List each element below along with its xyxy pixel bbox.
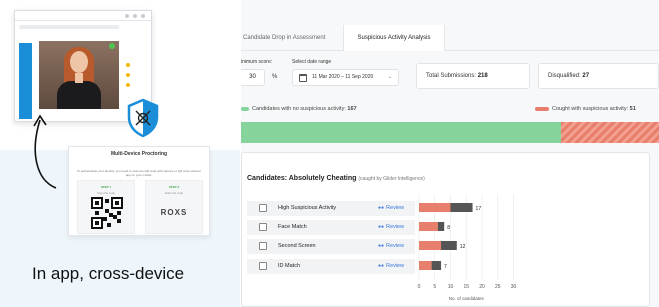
step2-panel: STEP 2 Enter the code ROXS [145,180,203,234]
bar-segment-secondary [437,222,445,231]
disqualified-label: Disqualified: [548,73,581,79]
bar-segment-primary [419,222,438,231]
step1-sub: Scan the code [97,191,115,195]
x-tick-label: 5 [433,284,436,290]
people-icon: ●● [378,205,385,211]
chevron-down-icon: ⌄ [387,74,392,80]
total-submissions-label: Total Submissions: [426,73,477,79]
bar-segment-secondary [431,261,442,270]
legend-caught-value: 51 [629,106,636,112]
calendar-icon [299,74,307,82]
bar-total-label: 12 [460,244,466,250]
bar-segment-primary [419,261,432,270]
bar-total-label: 17 [476,206,482,212]
row-checkbox[interactable] [259,223,267,231]
row-label: High Suspicious Activity [278,205,337,211]
total-submissions-box: Total Submissions: 218 [416,63,530,89]
window-sidebar [19,43,32,119]
dashboard: Candidate Drop in Assessment Suspicious … [241,0,659,307]
tab-candidate-drop[interactable]: Candidate Drop in Assessment [241,25,339,51]
bar-segment-secondary [441,241,457,250]
bar-total-label: 8 [447,225,450,231]
date-range-select[interactable]: 11 Mar 2020 – 11 Sep 2020 ⌄ [292,69,399,86]
min-score-unit: % [272,74,278,80]
webcam-photo [39,41,119,109]
tab-suspicious-activity[interactable]: Suspicious Activity Analysis [343,25,445,51]
row-label: ID Match [278,263,301,269]
legend-clean-value: 167 [347,106,357,112]
cheating-title-text: Candidates: Absolutely Cheating [247,175,357,182]
window-dot-icon [125,14,129,18]
disqualified-value: 27 [582,73,590,79]
x-tick-label: 30 [511,284,517,290]
verification-code: ROXS [160,208,188,217]
camera-live-icon [109,43,115,49]
min-score-label: inimum score: [241,59,273,65]
qr-code-icon [91,197,123,229]
bar-total-label: 7 [444,264,447,270]
date-range-label: Select date range [292,59,332,65]
split-bar-caught [561,122,659,143]
multi-device-proctoring-card: Multi-Device Proctoring To authenticate … [68,146,210,236]
bar-segment-primary [419,241,442,250]
card-title: Multi-Device Proctoring [110,151,168,157]
people-icon: ●● [378,243,385,249]
x-tick-label: 0 [418,284,421,290]
legend-caught: Cought with suspicious activity: 51 [535,106,636,112]
cheating-subtitle: (caught by Glider Intelligence) [358,176,425,182]
people-icon: ●● [378,224,385,230]
screenshot-root: Multi-Device Proctoring To authenticate … [0,0,659,307]
people-icon: ●● [378,263,385,269]
tab-bar: Candidate Drop in Assessment Suspicious … [241,25,659,51]
window-titlebar [15,11,151,21]
row-label: Second Screen [278,243,316,249]
row-checkbox[interactable] [259,204,267,212]
window-url-bar [19,25,119,29]
legend-green-swatch [241,106,249,111]
row-label: Face Match [278,224,307,230]
legend-clean: Candidates with no suspicious activity: … [241,106,357,112]
disqualified-box: Disqualified: 27 [538,63,659,89]
split-bar-clean [241,122,561,143]
x-tick-label: 25 [495,284,501,290]
x-tick-label: 15 [463,284,469,290]
card-description: To authenticate your identity, you need … [77,169,202,177]
min-score-input[interactable]: 30 [241,69,265,86]
legend-caught-label: Cought with suspicious activity: [552,106,629,112]
cheating-title: Candidates: Absolutely Cheating (caught … [247,175,425,182]
step1-panel: STEP 1 Scan the code [77,180,135,234]
bar-segment-secondary [450,203,473,212]
total-submissions-value: 218 [477,73,488,79]
step1-label: STEP 1 [100,185,112,189]
caption-text: In app, cross-device [32,264,185,283]
cheating-bar-chart: 0 5 10 15 20 25 30 17 8 12 7 No. of candidates [418,194,517,301]
x-tick-label: 20 [479,284,485,290]
x-axis-title: No. of candidates [449,296,485,301]
step2-label: STEP 2 [168,185,180,189]
bar-segment-primary [419,203,451,212]
window-dot-icon [141,14,145,18]
row-checkbox[interactable] [259,262,267,270]
window-dot-icon [133,14,137,18]
x-tick-label: 10 [448,284,454,290]
legend-red-swatch [535,106,549,111]
shield-icon [127,98,159,138]
curved-arrow-icon [33,114,57,189]
date-range-value: 11 Mar 2020 – 11 Sep 2020 [312,74,374,80]
legend-clean-label: Candidates with no suspicious activity: [252,106,346,112]
suspicious-split-bar [241,122,659,143]
row-checkbox[interactable] [259,242,267,250]
step2-sub: Enter the code [164,191,184,195]
